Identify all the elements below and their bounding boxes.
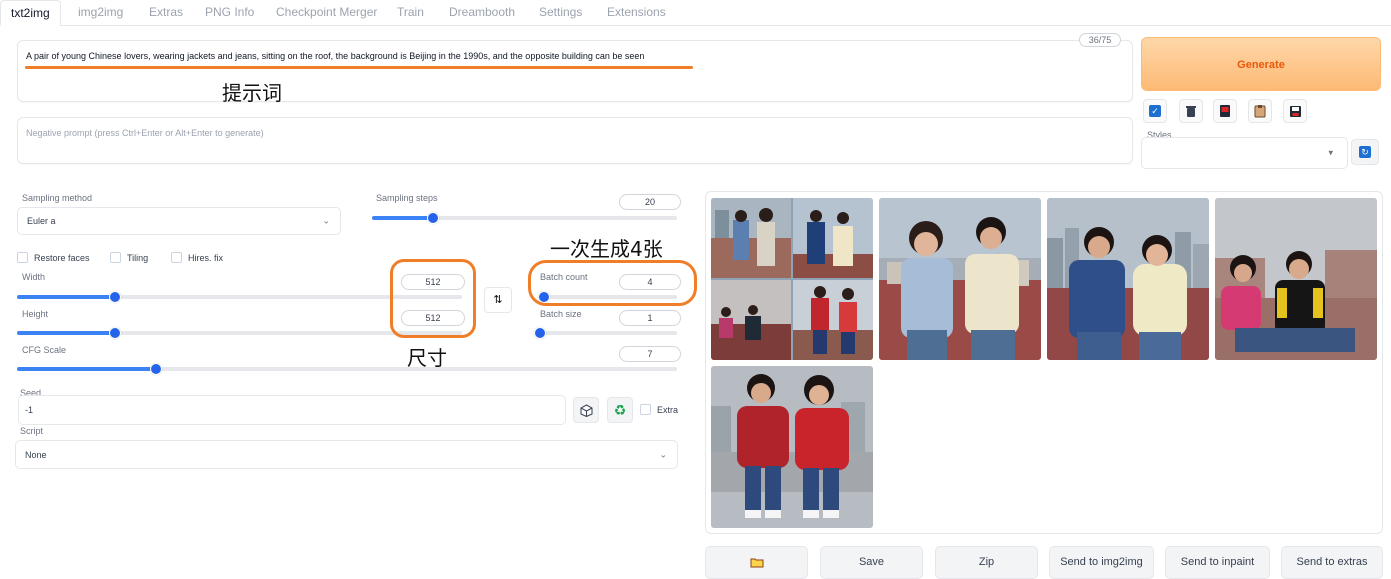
- tiling-checkbox[interactable]: [110, 252, 121, 263]
- prompt-text: A pair of young Chinese lovers, wearing …: [26, 51, 645, 61]
- dropdown-arrow-icon: ▾: [1328, 147, 1333, 158]
- size-highlight-circle: [390, 259, 476, 338]
- sampling-steps-number[interactable]: 20: [619, 194, 681, 210]
- tab-extras[interactable]: Extras: [149, 0, 183, 26]
- red-card-icon[interactable]: [1213, 99, 1237, 123]
- script-label: Script: [20, 426, 44, 436]
- tab-txt2img[interactable]: txt2img: [0, 0, 61, 26]
- sampling-method-label: Sampling method: [22, 193, 93, 203]
- seed-value: -1: [25, 405, 34, 415]
- extra-label: Extra: [657, 405, 679, 415]
- zip-button[interactable]: Zip: [935, 546, 1038, 579]
- folder-icon: [750, 558, 763, 568]
- slider-fill: [372, 216, 433, 220]
- generate-button[interactable]: Generate: [1141, 37, 1381, 91]
- slider-fill: [17, 295, 115, 299]
- sampling-method-dropdown[interactable]: Euler a ⌄: [17, 207, 341, 235]
- batch-size-slider[interactable]: [534, 327, 677, 339]
- send-to-extras-button[interactable]: Send to extras: [1281, 546, 1383, 579]
- gallery-image-4[interactable]: [1215, 198, 1377, 360]
- send-to-img2img-button[interactable]: Send to img2img: [1049, 546, 1154, 579]
- swap-icon: ⇅: [493, 294, 503, 306]
- tab-bar: txt2img img2img Extras PNG Info Checkpoi…: [0, 0, 1391, 26]
- script-value: None: [25, 449, 47, 460]
- gallery-image-5[interactable]: [711, 366, 873, 528]
- gallery-image-grid[interactable]: [711, 198, 873, 360]
- tiling-label: Tiling: [127, 253, 149, 263]
- annotation-prompt-label: 提示词: [222, 81, 282, 105]
- refresh-icon: ↻: [1359, 146, 1371, 158]
- trash-icon[interactable]: [1179, 99, 1203, 123]
- hires-fix-checkbox[interactable]: [171, 252, 182, 263]
- prompt-highlight-underline: [25, 66, 693, 69]
- tab-settings[interactable]: Settings: [539, 0, 582, 26]
- slider-thumb[interactable]: [427, 212, 439, 224]
- slider-thumb[interactable]: [108, 291, 121, 303]
- sampling-steps-label: Sampling steps: [376, 193, 438, 203]
- chevron-down-icon: ⌄: [659, 449, 667, 459]
- send-to-inpaint-button[interactable]: Send to inpaint: [1165, 546, 1270, 579]
- gallery-image-2[interactable]: [879, 198, 1041, 360]
- annotation-batch-label: 一次生成4张: [550, 237, 663, 261]
- negative-prompt-placeholder: Negative prompt (press Ctrl+Enter or Alt…: [26, 128, 264, 138]
- swap-dimensions-button[interactable]: ⇅: [484, 287, 512, 313]
- prompt-input[interactable]: A pair of young Chinese lovers, wearing …: [17, 40, 1133, 102]
- script-dropdown[interactable]: None ⌄: [15, 440, 678, 469]
- styles-dropdown[interactable]: ▾: [1141, 137, 1348, 169]
- reuse-seed-button[interactable]: ♻: [607, 397, 633, 423]
- cfg-scale-number[interactable]: 7: [619, 346, 681, 362]
- open-folder-button[interactable]: [705, 546, 808, 579]
- restore-faces-label: Restore faces: [34, 253, 90, 263]
- batch-size-label: Batch size: [540, 309, 582, 319]
- tab-extensions[interactable]: Extensions: [607, 0, 666, 26]
- restore-faces-checkbox[interactable]: [17, 252, 28, 263]
- slider-fill: [17, 367, 156, 371]
- random-seed-button[interactable]: [573, 397, 599, 423]
- slider-thumb[interactable]: [108, 327, 121, 339]
- sampling-method-value: Euler a: [27, 216, 56, 226]
- negative-prompt-input[interactable]: Negative prompt (press Ctrl+Enter or Alt…: [17, 117, 1133, 164]
- slider-thumb[interactable]: [534, 327, 546, 339]
- checkbox-icon[interactable]: ✓: [1143, 99, 1167, 123]
- seed-input[interactable]: -1: [18, 395, 566, 425]
- slider-fill: [17, 331, 115, 335]
- save-icon[interactable]: [1283, 99, 1307, 123]
- tab-checkpoint-merger[interactable]: Checkpoint Merger: [276, 0, 377, 26]
- cfg-scale-slider[interactable]: [17, 363, 677, 375]
- tab-train[interactable]: Train: [397, 0, 424, 26]
- tab-png-info[interactable]: PNG Info: [205, 0, 254, 26]
- dice-icon: [580, 403, 592, 417]
- chevron-down-icon: ⌄: [322, 215, 330, 226]
- cfg-scale-label: CFG Scale: [22, 345, 67, 355]
- slider-thumb[interactable]: [149, 363, 162, 375]
- height-label: Height: [22, 309, 49, 319]
- refresh-styles-button[interactable]: ↻: [1351, 139, 1379, 165]
- clipboard-icon[interactable]: [1248, 99, 1272, 123]
- hires-fix-label: Hires. fix: [188, 253, 224, 263]
- gallery-image-3[interactable]: [1047, 198, 1209, 360]
- batch-highlight-circle: [528, 260, 697, 306]
- tab-dreambooth[interactable]: Dreambooth: [449, 0, 515, 26]
- width-label: Width: [22, 272, 46, 282]
- recycle-icon: ♻: [613, 401, 627, 418]
- tab-img2img[interactable]: img2img: [78, 0, 123, 26]
- token-counter: 36/75: [1079, 33, 1121, 47]
- extra-checkbox[interactable]: [640, 404, 651, 415]
- save-button[interactable]: Save: [820, 546, 923, 579]
- sampling-steps-slider[interactable]: [372, 212, 677, 224]
- batch-size-number[interactable]: 1: [619, 310, 681, 326]
